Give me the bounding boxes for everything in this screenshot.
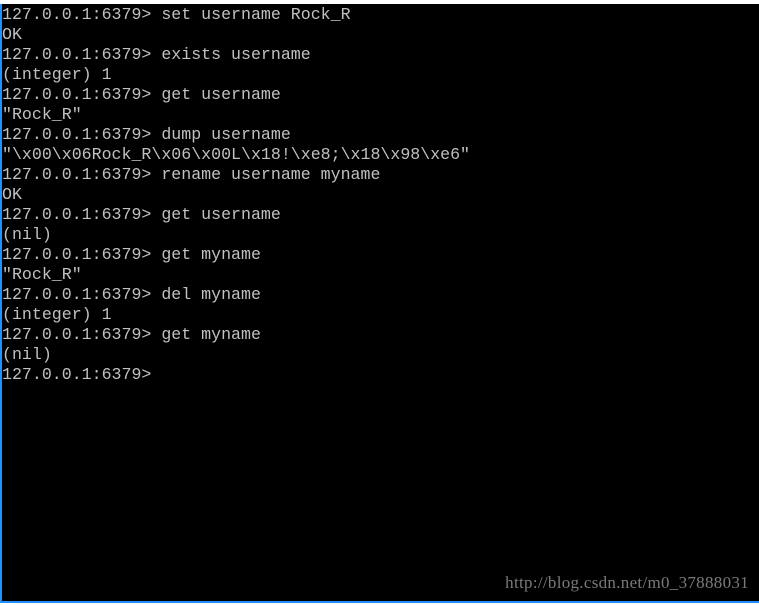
output-line: (nil) (2, 225, 52, 244)
command-line: 127.0.0.1:6379> get myname (2, 325, 261, 344)
output-line: (integer) 1 (2, 65, 112, 84)
command-line: 127.0.0.1:6379> rename username myname (2, 165, 381, 184)
terminal-window[interactable]: 127.0.0.1:6379> set username Rock_R OK 127… (0, 4, 759, 603)
output-line: "Rock_R" (2, 265, 82, 284)
command-line: 127.0.0.1:6379> dump username (2, 125, 291, 144)
command-line: 127.0.0.1:6379> exists username (2, 45, 311, 64)
output-line: OK (2, 185, 22, 204)
output-line: (nil) (2, 345, 52, 364)
command-line: 127.0.0.1:6379> get username (2, 205, 281, 224)
command-line: 127.0.0.1:6379> (2, 365, 162, 384)
output-line: "Rock_R" (2, 105, 82, 124)
command-line: 127.0.0.1:6379> del myname (2, 285, 261, 304)
command-line: 127.0.0.1:6379> get myname (2, 245, 261, 264)
output-line: (integer) 1 (2, 305, 112, 324)
command-line: 127.0.0.1:6379> get username (2, 85, 281, 104)
output-line: OK (2, 25, 22, 44)
terminal-output: 127.0.0.1:6379> set username Rock_R OK 127… (2, 5, 470, 385)
command-line: 127.0.0.1:6379> set username Rock_R (2, 5, 351, 24)
output-line: "\x00\x06Rock_R\x06\x00L\x18!\xe8;\x18\x… (2, 145, 471, 164)
watermark: http://blog.csdn.net/m0_37888031 (505, 573, 749, 592)
